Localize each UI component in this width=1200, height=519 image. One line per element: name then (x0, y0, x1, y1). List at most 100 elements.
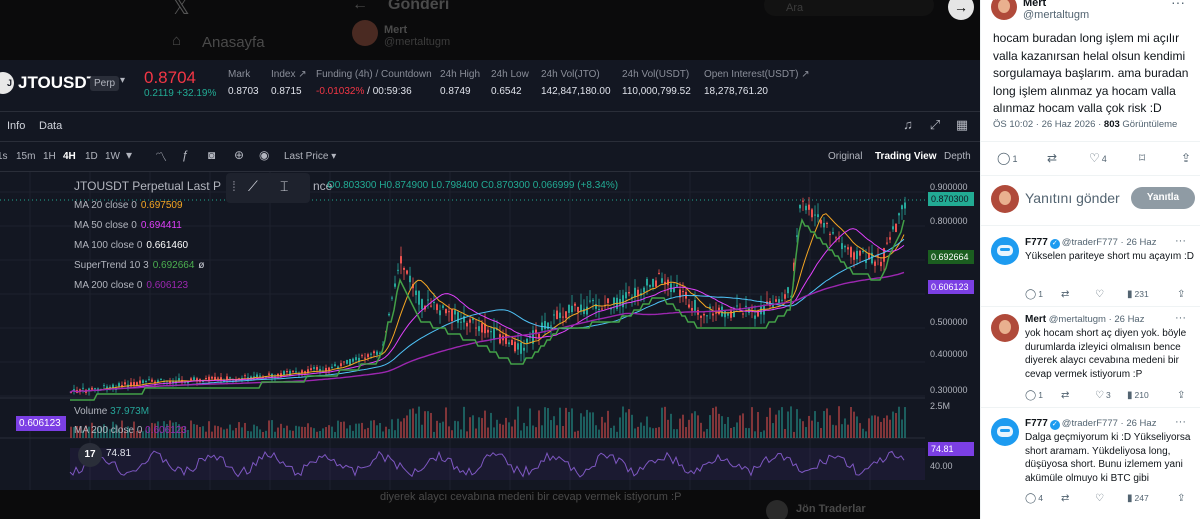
candle-body (856, 250, 858, 260)
volume-bar (433, 431, 435, 438)
volume-bar (784, 429, 786, 438)
timeframe-1h[interactable]: 1H (43, 151, 56, 162)
volume-bar (547, 408, 549, 438)
volume-bar (544, 407, 546, 438)
verified-badge-icon: ✓ (1049, 239, 1060, 249)
retweet-button[interactable]: ⇄ (1061, 493, 1069, 504)
next-image-button[interactable]: → (948, 0, 974, 20)
volume-bar (70, 426, 72, 438)
volume-bar (511, 426, 513, 438)
tweet-author-name[interactable]: Mert (1023, 0, 1046, 9)
indicator-ma200: MA 200 close 0 0.606123 (74, 280, 189, 291)
view-trading-view[interactable]: Trading View (875, 151, 937, 162)
volume-bar (844, 418, 846, 438)
divider (981, 225, 1200, 226)
timeframe-dropdown-icon[interactable]: ▾ (126, 148, 132, 162)
volume-bar (577, 430, 579, 438)
timeframe-1d[interactable]: 1D (85, 151, 98, 162)
volume-bar (508, 422, 510, 438)
volume-bar (610, 427, 612, 438)
volume-bar (649, 427, 651, 438)
volume-bar (382, 431, 384, 438)
share-button[interactable]: ⇪ (1177, 493, 1185, 504)
volume-bar (319, 430, 321, 438)
volume-bar (589, 412, 591, 438)
volume-bar (439, 422, 441, 438)
timeframe-1w[interactable]: 1W (105, 151, 120, 162)
like-button[interactable]: ♡ 4 (1089, 151, 1107, 165)
avatar[interactable] (991, 418, 1019, 446)
add-icon[interactable]: ⊕ (234, 148, 244, 162)
candle-body (103, 385, 105, 387)
candle-body (643, 287, 645, 293)
retweet-button[interactable]: ⇄ (1061, 289, 1069, 300)
trend-line-icon[interactable]: ⟋ (248, 178, 258, 195)
candle-body (553, 314, 555, 316)
views-button[interactable]: ▮ 231 (1127, 289, 1149, 300)
volume-bar (223, 429, 225, 438)
volume-bar (874, 415, 876, 438)
price-type-select[interactable]: Last Price ▾ (284, 151, 336, 162)
more-options-icon[interactable]: ··· (1175, 312, 1186, 324)
chart-type-icon[interactable]: 〽 (155, 148, 167, 165)
like-button[interactable]: ♡ (1095, 493, 1104, 504)
volume-bar (496, 419, 498, 438)
expand-icon[interactable]: ⤢ (926, 116, 944, 134)
reply-actions: ◯ 1 ⇄ ♡ 3 ▮ 210 ⇪ (1025, 390, 1193, 402)
volume-bar (457, 421, 459, 438)
layout-grid-icon[interactable]: ▦ (953, 116, 971, 134)
tab-data[interactable]: Data (39, 120, 62, 132)
volume-bar (751, 407, 753, 438)
reply-submit-button[interactable]: Yanıtla (1131, 187, 1195, 209)
candle-body (355, 357, 357, 360)
divider (981, 306, 1200, 307)
timeframe-15m[interactable]: 15m (16, 151, 35, 162)
reply-actions: ◯ 1 ⇄ ♡ ▮ 231 ⇪ (1025, 289, 1193, 301)
bookmark-button[interactable]: ⌑ (1139, 151, 1145, 165)
timeframe-4h[interactable]: 4H (63, 151, 76, 162)
volume-bar (700, 422, 702, 438)
tab-info[interactable]: Info (7, 120, 25, 132)
camera-icon[interactable]: ◙ (208, 148, 215, 162)
avatar[interactable] (991, 314, 1019, 342)
view-original[interactable]: Original (828, 151, 862, 162)
price-axis-label: 0.500000 (930, 317, 968, 327)
share-button[interactable]: ⇪ (1177, 289, 1185, 300)
price-chart[interactable]: JTOUSDT Perpetual Last Pnce O0.803300 H0… (0, 172, 980, 490)
volume-bar (685, 427, 687, 438)
reply-button[interactable]: ◯ 1 (1025, 390, 1043, 401)
candle-body (853, 252, 855, 260)
more-options-icon[interactable]: ··· (1175, 235, 1186, 247)
reply-button[interactable]: ◯ 4 (1025, 493, 1043, 504)
reply-button[interactable]: ◯ 1 (997, 151, 1017, 165)
like-button[interactable]: ♡ 3 (1095, 390, 1111, 401)
reply-compose-input[interactable]: Yanıtını gönder (1025, 190, 1120, 206)
candle-body (388, 313, 390, 316)
views-button[interactable]: ▮ 210 (1127, 390, 1149, 401)
retweet-button[interactable]: ⇄ (1047, 151, 1057, 165)
indicators-icon[interactable]: ƒ (182, 148, 189, 162)
more-options-icon[interactable]: ··· (1175, 416, 1186, 428)
reply-button[interactable]: ◯ 1 (1025, 289, 1043, 300)
volume-bar (253, 424, 255, 438)
volume-bar (337, 420, 339, 438)
timeframe-1s[interactable]: 1s (0, 151, 8, 162)
views-button[interactable]: ▮ 247 (1127, 493, 1149, 504)
more-options-icon[interactable]: ··· (1171, 0, 1185, 10)
candle-body (82, 387, 84, 389)
share-button[interactable]: ⇪ (1181, 151, 1191, 165)
drag-handle-icon[interactable]: ⁞ (232, 178, 236, 194)
drawing-tools-popup: ⁞ ⟋ ⌶ (226, 173, 310, 203)
like-button[interactable]: ♡ (1095, 289, 1104, 300)
share-button[interactable]: ⇪ (1177, 390, 1185, 401)
retweet-button[interactable]: ⇄ (1061, 390, 1069, 401)
replay-icon[interactable]: ◉ (259, 148, 269, 162)
avatar[interactable] (991, 237, 1019, 265)
view-depth[interactable]: Depth (944, 151, 971, 162)
measure-icon[interactable]: ⌶ (280, 178, 288, 195)
volume-bar (355, 423, 357, 438)
tweet-author-handle[interactable]: @mertaltugm (1023, 9, 1089, 21)
alert-bell-icon[interactable]: ♫ (899, 116, 917, 134)
candle-body (898, 213, 900, 216)
avatar[interactable] (991, 0, 1017, 20)
